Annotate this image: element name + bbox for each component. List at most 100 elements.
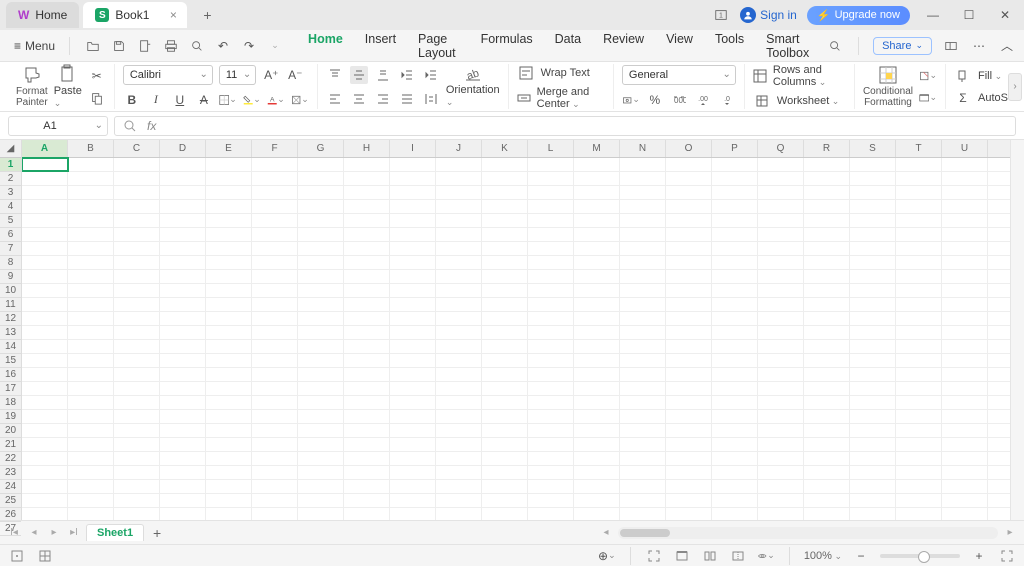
cell[interactable] (666, 410, 712, 423)
cell[interactable] (114, 494, 160, 507)
cell[interactable] (850, 158, 896, 171)
cell[interactable] (252, 158, 298, 171)
column-header[interactable]: E (206, 140, 252, 157)
cell[interactable] (850, 410, 896, 423)
cell[interactable] (68, 452, 114, 465)
cell[interactable] (252, 326, 298, 339)
row-header[interactable]: 9 (0, 270, 21, 284)
cell[interactable] (850, 452, 896, 465)
cell[interactable] (574, 284, 620, 297)
cell[interactable] (298, 200, 344, 213)
ribbon-tab-smart-toolbox[interactable]: Smart Toolbox (756, 26, 822, 66)
cell[interactable] (160, 214, 206, 227)
sheet-nav-last[interactable]: ▸I (66, 527, 82, 538)
cell[interactable] (758, 368, 804, 381)
cell[interactable] (68, 172, 114, 185)
cell[interactable] (252, 410, 298, 423)
cell[interactable] (850, 508, 896, 520)
column-header[interactable]: H (344, 140, 390, 157)
select-all-corner[interactable]: ◢ (0, 140, 21, 158)
cell[interactable] (114, 452, 160, 465)
cell[interactable] (620, 312, 666, 325)
cell[interactable] (206, 256, 252, 269)
cell[interactable] (896, 382, 942, 395)
cell[interactable] (620, 214, 666, 227)
cell[interactable] (390, 480, 436, 493)
cell[interactable] (528, 228, 574, 241)
column-header[interactable]: T (896, 140, 942, 157)
collapse-ribbon-icon[interactable]: ︿ (998, 37, 1016, 55)
decrease-indent-icon[interactable] (398, 66, 416, 84)
underline-button[interactable]: U (171, 91, 189, 109)
cell[interactable] (620, 256, 666, 269)
cell[interactable] (896, 480, 942, 493)
sheet-tab[interactable]: Sheet1 (86, 524, 144, 541)
cell[interactable] (344, 438, 390, 451)
cell[interactable] (206, 284, 252, 297)
wrap-text-button[interactable]: Wrap Text (517, 64, 605, 82)
autosum-button[interactable]: Σ AutoSum (954, 89, 1008, 107)
expand-formula-icon[interactable] (121, 117, 139, 135)
cell[interactable] (22, 452, 68, 465)
cell[interactable] (712, 424, 758, 437)
ribbon-tab-formulas[interactable]: Formulas (471, 26, 543, 66)
ribbon-tab-home[interactable]: Home (298, 26, 353, 66)
cell[interactable] (252, 284, 298, 297)
cell[interactable] (160, 284, 206, 297)
cell[interactable] (896, 368, 942, 381)
cell[interactable] (206, 354, 252, 367)
cell[interactable] (666, 466, 712, 479)
cell[interactable] (114, 382, 160, 395)
cell[interactable] (22, 410, 68, 423)
cell[interactable] (850, 368, 896, 381)
close-tab-icon[interactable]: × (165, 8, 181, 22)
cell[interactable] (482, 214, 528, 227)
cell[interactable] (298, 466, 344, 479)
cell[interactable] (620, 382, 666, 395)
column-header[interactable]: A (22, 140, 68, 157)
cell[interactable] (620, 340, 666, 353)
cell[interactable] (344, 410, 390, 423)
highlight-color-button[interactable] (243, 91, 261, 109)
cell[interactable] (114, 480, 160, 493)
cell[interactable] (758, 354, 804, 367)
cell[interactable] (436, 424, 482, 437)
cell[interactable] (252, 242, 298, 255)
cell[interactable] (666, 312, 712, 325)
cell[interactable] (712, 186, 758, 199)
cell[interactable] (298, 508, 344, 520)
cell[interactable] (804, 466, 850, 479)
ribbon-tab-view[interactable]: View (656, 26, 703, 66)
cell[interactable] (712, 284, 758, 297)
cell[interactable] (666, 326, 712, 339)
cell[interactable] (390, 270, 436, 283)
cell[interactable] (574, 340, 620, 353)
cell[interactable] (114, 186, 160, 199)
zoom-value[interactable]: 100% (804, 550, 842, 562)
cell[interactable] (114, 214, 160, 227)
cell[interactable] (666, 396, 712, 409)
cell[interactable] (482, 256, 528, 269)
increase-indent-icon[interactable] (422, 66, 440, 84)
cell[interactable] (390, 410, 436, 423)
cell[interactable] (620, 424, 666, 437)
cell[interactable] (298, 312, 344, 325)
cell[interactable] (298, 480, 344, 493)
cell[interactable] (160, 228, 206, 241)
cell[interactable] (758, 158, 804, 171)
cell[interactable] (666, 228, 712, 241)
export-pdf-icon[interactable] (136, 37, 154, 55)
cell[interactable] (620, 438, 666, 451)
cell[interactable] (528, 172, 574, 185)
cell[interactable] (896, 340, 942, 353)
cell[interactable] (344, 396, 390, 409)
cell[interactable] (68, 158, 114, 171)
cell[interactable] (666, 340, 712, 353)
cell[interactable] (942, 158, 988, 171)
cell[interactable] (896, 438, 942, 451)
cell[interactable] (160, 424, 206, 437)
cell[interactable] (482, 438, 528, 451)
column-header[interactable]: N (620, 140, 666, 157)
cell[interactable] (620, 396, 666, 409)
cell[interactable] (896, 396, 942, 409)
